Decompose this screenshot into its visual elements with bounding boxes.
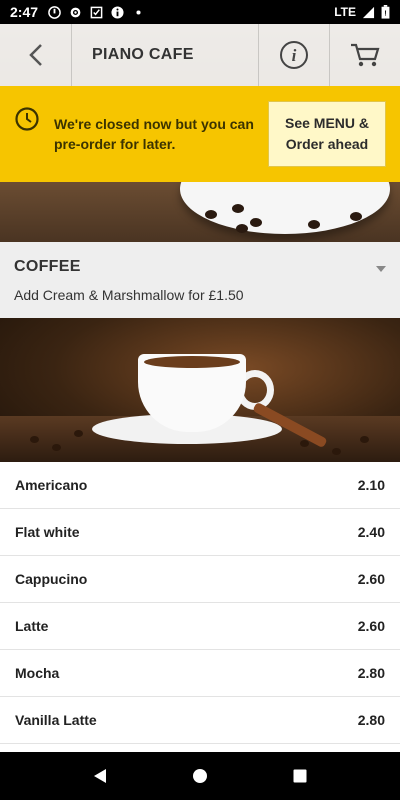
recents-square-icon[interactable]	[291, 767, 309, 785]
svg-text:i: i	[292, 46, 297, 65]
status-icons-left	[48, 5, 145, 19]
status-time: 2:47	[10, 4, 39, 20]
svg-text:!: !	[384, 11, 386, 18]
item-price: 2.80	[357, 712, 385, 728]
item-price: 2.80	[357, 665, 385, 681]
item-price: 2.10	[357, 477, 385, 493]
coffee-category-image	[0, 318, 400, 462]
info-icon: i	[280, 41, 308, 69]
category-title: COFFEE	[14, 258, 81, 275]
clock-icon	[15, 107, 39, 131]
menu-item[interactable]: Americano 2.10	[0, 462, 400, 509]
dot-icon	[136, 9, 141, 15]
coffee-bean	[250, 218, 262, 227]
item-price: 2.60	[357, 618, 385, 634]
coffee-bean	[360, 436, 369, 443]
coffee-surface-graphic	[144, 356, 240, 368]
menu-list: Americano 2.10 Flat white 2.40 Cappucino…	[0, 462, 400, 744]
page-title: PIANO CAFE	[92, 46, 194, 63]
menu-item[interactable]: Mocha 2.80	[0, 650, 400, 697]
item-name: Latte	[15, 618, 49, 634]
item-name: Cappucino	[15, 571, 88, 587]
item-name: Flat white	[15, 524, 80, 540]
item-price: 2.60	[357, 571, 385, 587]
back-button[interactable]	[0, 24, 72, 86]
coffee-bean	[350, 212, 362, 221]
item-name: Americano	[15, 477, 88, 493]
coffee-bean	[74, 430, 83, 437]
closed-banner: We're closed now but you can pre-order f…	[0, 86, 400, 182]
back-icon	[28, 44, 42, 66]
checklist-icon	[90, 6, 103, 18]
see-menu-order-ahead-button[interactable]: See MENU & Order ahead	[268, 101, 386, 167]
signal-icon	[362, 6, 375, 18]
category-subtitle: Add Cream & Marshmallow for £1.50	[14, 287, 244, 303]
cart-icon	[351, 43, 380, 67]
coffee-bean	[236, 224, 248, 233]
menu-item[interactable]: Cappucino 2.60	[0, 556, 400, 603]
coffee-bean	[300, 440, 309, 447]
status-bar: 2:47 LTE !	[0, 0, 400, 24]
system-nav-bar	[0, 752, 400, 800]
coffee-bean	[332, 448, 341, 455]
info-icon	[111, 5, 124, 19]
cart-button[interactable]	[329, 24, 400, 86]
coffee-bean	[232, 204, 244, 213]
home-circle-icon[interactable]	[191, 767, 209, 785]
menu-item[interactable]: Latte 2.60	[0, 603, 400, 650]
app-toolbar: PIANO CAFE i	[0, 24, 400, 86]
category-header[interactable]: COFFEE Add Cream & Marshmallow for £1.50	[0, 242, 400, 318]
item-name: Vanilla Latte	[15, 712, 97, 728]
info-button[interactable]: i	[258, 24, 329, 86]
coffee-bean	[30, 436, 39, 443]
network-label: LTE	[334, 5, 356, 19]
menu-item[interactable]: Flat white 2.40	[0, 509, 400, 556]
settings-icon	[70, 7, 81, 17]
notification-icon	[48, 5, 61, 19]
coffee-bean	[52, 444, 61, 451]
item-name: Mocha	[15, 665, 60, 681]
item-price: 2.40	[357, 524, 385, 540]
chevron-down-icon[interactable]	[376, 266, 386, 272]
menu-item[interactable]: Vanilla Latte 2.80	[0, 697, 400, 744]
coffee-bean	[308, 220, 320, 229]
banner-message: We're closed now but you can pre-order f…	[54, 116, 254, 152]
coffee-bean	[205, 210, 217, 219]
back-triangle-icon[interactable]	[91, 767, 109, 785]
battery-icon: !	[381, 5, 390, 19]
status-icons-right: LTE !	[334, 5, 390, 19]
